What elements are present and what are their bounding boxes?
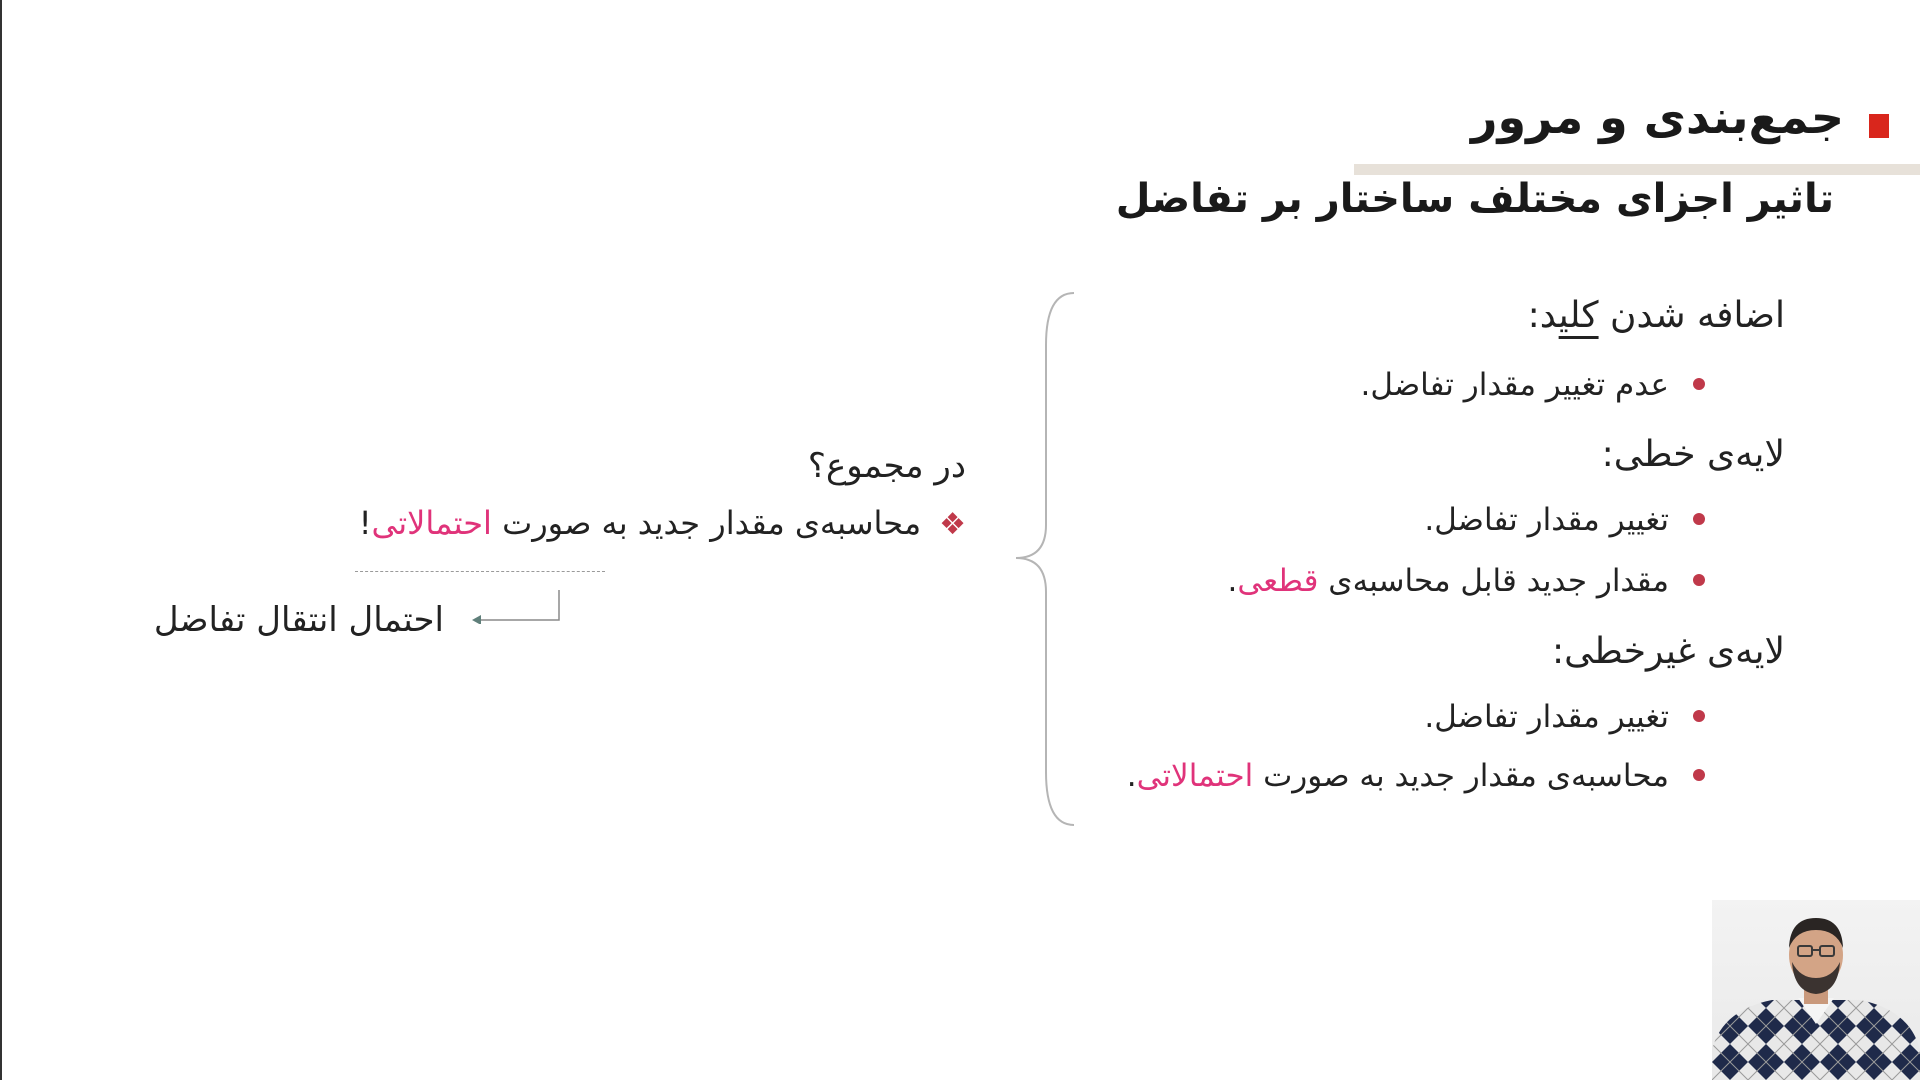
bullet-text: محاسبه‌ی مقدار جدید به صورت bbox=[1253, 758, 1669, 794]
slide-title: جمع‌بندی و مرور bbox=[1471, 90, 1844, 144]
highlight-probabilistic-summary: احتمالاتی bbox=[371, 504, 492, 542]
bullet-key-added-1: عدم تغییر مقدار تفاضل. bbox=[1005, 367, 1705, 403]
bullet-dot bbox=[1693, 573, 1705, 586]
elbow-arrow-icon bbox=[472, 590, 560, 624]
highlight-probabilistic: احتمالاتی bbox=[1136, 758, 1254, 794]
heading-key-added: اضافه شدن کلید: bbox=[1085, 295, 1785, 336]
bullet-end: . bbox=[1227, 563, 1238, 599]
bullet-text: عدم تغییر مقدار تفاضل. bbox=[1360, 367, 1669, 403]
bullet-linear-2: مقدار جدید قابل محاسبه‌ی قطعی. bbox=[1005, 563, 1705, 599]
slide: جمع‌بندی و مرور تاثیر اجزای مختلف ساختار… bbox=[0, 0, 1920, 1080]
title-underline-bar bbox=[1354, 164, 1920, 175]
heading-linear-layer: لایه‌ی خطی: bbox=[1601, 434, 1785, 475]
dashed-separator bbox=[355, 571, 605, 572]
bullet-text: تغییر مقدار تفاضل. bbox=[1424, 699, 1669, 735]
presenter-figure bbox=[1712, 918, 1920, 1080]
heading-key-added-underlined: کلی bbox=[1558, 295, 1599, 336]
bullet-text: مقدار جدید قابل محاسبه‌ی bbox=[1318, 563, 1669, 599]
left-edge-line bbox=[0, 0, 2, 1080]
highlight-definite: قطعی bbox=[1237, 563, 1319, 599]
summary-point-text: محاسبه‌ی مقدار جدید به صورت bbox=[491, 504, 922, 542]
summary-point: ❖ محاسبه‌ی مقدار جدید به صورت احتمالاتی! bbox=[359, 504, 966, 542]
summary-question: در مجموع؟ bbox=[807, 446, 966, 486]
arrow-target-text: احتمال انتقال تفاضل bbox=[153, 600, 444, 640]
bullet-end: . bbox=[1126, 758, 1137, 794]
bullet-dot bbox=[1693, 512, 1705, 525]
heading-nonlinear-layer: لایه‌ی غیرخطی: bbox=[1552, 631, 1785, 672]
heading-key-added-part1: اضافه شدن bbox=[1598, 295, 1785, 336]
slide-subtitle: تاثیر اجزای مختلف ساختار بر تفاضل bbox=[1115, 176, 1834, 222]
bullet-nonlinear-1: تغییر مقدار تفاضل. bbox=[1005, 699, 1705, 735]
bullet-dot bbox=[1693, 768, 1705, 781]
bullet-dot bbox=[1693, 377, 1705, 390]
bullet-linear-1: تغییر مقدار تفاضل. bbox=[1005, 502, 1705, 538]
bullet-text: تغییر مقدار تفاضل. bbox=[1424, 502, 1669, 538]
summary-point-end: ! bbox=[358, 504, 372, 542]
curly-brace bbox=[1015, 292, 1075, 826]
bullet-nonlinear-2: محاسبه‌ی مقدار جدید به صورت احتمالاتی. bbox=[1005, 758, 1705, 794]
presenter-video bbox=[1712, 900, 1920, 1080]
bullet-dot bbox=[1693, 709, 1705, 722]
diamond-bullet-icon: ❖ bbox=[939, 507, 966, 542]
title-square-marker bbox=[1869, 114, 1889, 138]
heading-key-added-part2: د: bbox=[1527, 295, 1559, 336]
